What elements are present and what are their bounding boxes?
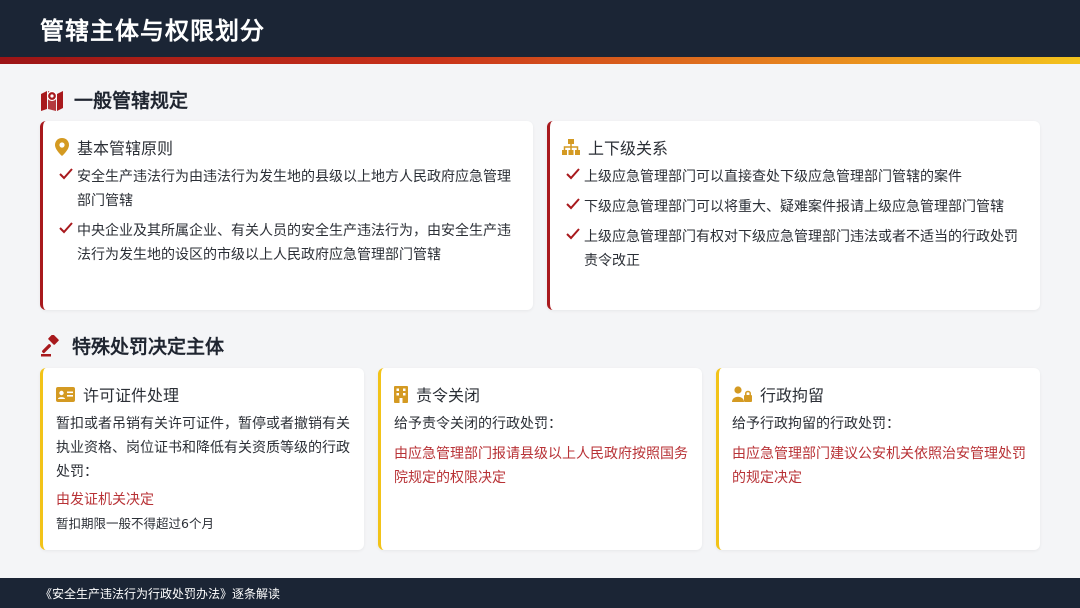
header-bar: 管辖主体与权限划分 [0,0,1080,57]
list-item-text: 下级应急管理部门可以将重大、疑难案件报请上级应急管理部门管辖 [584,199,1004,215]
check-icon [566,168,580,180]
list-item-text: 上级应急管理部门可以直接查处下级应急管理部门管辖的案件 [584,169,962,185]
list-item: 上级应急管理部门有权对下级应急管理部门违法或者不适当的行政处罚责令改正 [562,225,1024,273]
card-body: 暂扣或者吊销有关许可证件，暂停或者撤销有关执业资格、岗位证书和降低有关资质等级的… [56,416,350,480]
card-title: 责令关闭 [416,386,481,405]
section-title-label: 特殊处罚决定主体 [72,336,225,358]
list-item-text: 安全生产违法行为由违法行为发生地的县级以上地方人民政府应急管理部门管辖 [77,169,511,209]
card-body: 给予责令关闭的行政处罚： [394,416,562,432]
card-closure: 责令关闭 给予责令关闭的行政处罚： 由应急管理部门报请县级以上人民政府按照国务院… [378,368,702,550]
list-item: 安全生产违法行为由违法行为发生地的县级以上地方人民政府应急管理部门管辖 [55,165,517,213]
list-item-text: 中央企业及其所属企业、有关人员的安全生产违法行为，由安全生产违法行为发生地的设区… [77,223,511,263]
section-title-special: 特殊处罚决定主体 [40,332,224,359]
list-item-text: 上级应急管理部门有权对下级应急管理部门违法或者不适当的行政处罚责令改正 [584,229,1018,269]
accent-divider [0,57,1080,64]
section-title-label: 一般管辖规定 [74,90,189,112]
card-title: 上下级关系 [588,139,669,158]
check-icon [566,228,580,240]
card-title: 行政拘留 [760,386,825,405]
card-note: 暂扣期限一般不得超过6个月 [56,516,214,531]
sitemap-icon [562,139,580,155]
footer-bar: 《安全生产违法行为行政处罚办法》逐条解读 [0,578,1080,608]
card-header: 责令关闭 [394,382,688,406]
card-license: 许可证件处理 暂扣或者吊销有关许可证件，暂停或者撤销有关执业资格、岗位证书和降低… [40,368,364,550]
card-hierarchy: 上下级关系 上级应急管理部门可以直接查处下级应急管理部门管辖的案件 下级应急管理… [547,121,1040,310]
check-icon [59,168,73,180]
card-detention: 行政拘留 给予行政拘留的行政处罚： 由应急管理部门建议公安机关依照治安管理处罚的… [716,368,1040,550]
decision-authority: 由应急管理部门建议公安机关依照治安管理处罚的规定决定 [732,446,1026,486]
card-header: 许可证件处理 [56,382,350,406]
card-header: 上下级关系 [562,135,1024,159]
card-title: 基本管辖原则 [77,139,174,158]
check-icon [59,222,73,234]
footer-text: 《安全生产违法行为行政处罚办法》逐条解读 [40,586,281,601]
card-header: 基本管辖原则 [55,135,517,159]
check-icon [566,198,580,210]
list-item: 上级应急管理部门可以直接查处下级应急管理部门管辖的案件 [562,165,1024,189]
card-header: 行政拘留 [732,382,1026,406]
building-icon [394,385,408,403]
decision-authority: 由应急管理部门报请县级以上人民政府按照国务院规定的权限决定 [394,446,688,486]
list-item: 下级应急管理部门可以将重大、疑难案件报请上级应急管理部门管辖 [562,195,1024,219]
user-lock-icon [732,386,752,402]
card-basic-jurisdiction: 基本管辖原则 安全生产违法行为由违法行为发生地的县级以上地方人民政府应急管理部门… [40,121,533,310]
page-title: 管辖主体与权限划分 [40,17,265,45]
id-card-icon [56,386,75,402]
decision-authority: 由发证机关决定 [56,492,154,508]
card-title: 许可证件处理 [83,386,180,405]
gavel-icon [41,334,59,356]
card-body: 给予行政拘留的行政处罚： [732,416,900,432]
map-icon [41,90,63,111]
location-pin-icon [55,138,69,156]
list-item: 中央企业及其所属企业、有关人员的安全生产违法行为，由安全生产违法行为发生地的设区… [55,219,517,267]
section-title-general: 一般管辖规定 [40,86,188,113]
